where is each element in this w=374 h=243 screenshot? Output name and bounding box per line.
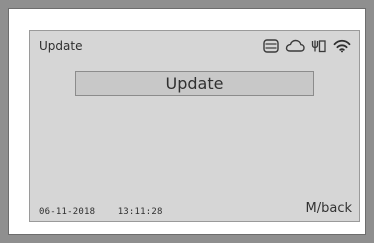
- date-time-separator: [101, 207, 112, 217]
- antenna-icon: [311, 39, 327, 53]
- status-icons: [263, 37, 351, 54]
- device-screen: Update Update 06-11-2018 13:11:28 M/back: [29, 30, 360, 222]
- update-button[interactable]: Update: [75, 71, 314, 96]
- storage-icon: [263, 38, 279, 53]
- back-hint: M/back: [305, 201, 353, 216]
- time-text: 13:11:28: [117, 207, 163, 217]
- page-title: Update: [39, 39, 83, 53]
- wifi-icon: [333, 39, 351, 53]
- cloud-icon: [285, 39, 305, 53]
- date-text: 06-11-2018: [39, 207, 96, 217]
- date-time-display: 06-11-2018 13:11:28: [39, 207, 163, 217]
